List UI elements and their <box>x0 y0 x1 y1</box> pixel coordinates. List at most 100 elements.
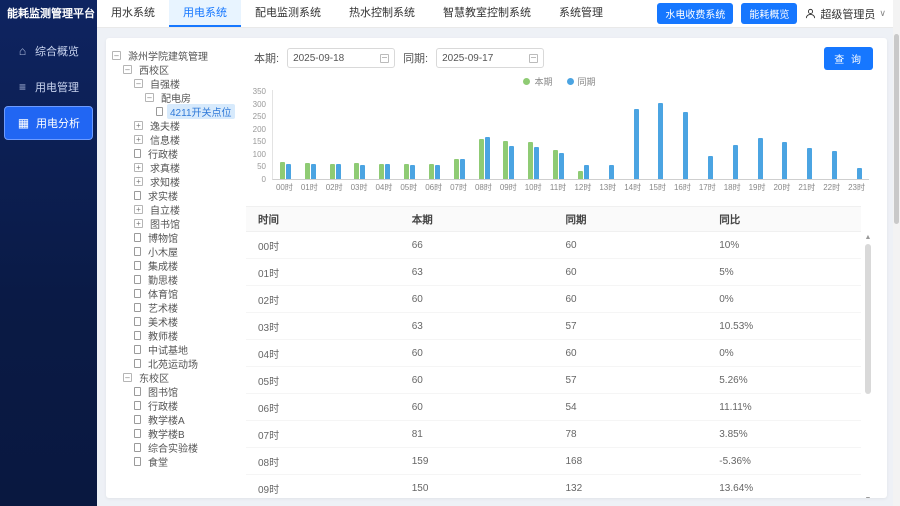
table-scrollbar[interactable]: ▲ ▼ <box>863 234 873 498</box>
bar-同期[interactable] <box>435 165 440 179</box>
tab-系统管理[interactable]: 系统管理 <box>545 0 617 27</box>
tree-node-信息楼[interactable]: +信息楼 <box>112 132 234 146</box>
bar-同期[interactable] <box>559 153 564 179</box>
bar-同期[interactable] <box>584 165 589 179</box>
tree-node-行政楼[interactable]: 行政楼 <box>112 398 234 412</box>
expand-icon[interactable]: + <box>134 121 143 130</box>
tree-node-集成楼[interactable]: 集成楼 <box>112 258 234 272</box>
tree-node-博物馆[interactable]: 博物馆 <box>112 230 234 244</box>
tab-用电系统[interactable]: 用电系统 <box>169 0 241 27</box>
bar-本期[interactable] <box>528 142 533 179</box>
bar-同期[interactable] <box>857 168 862 179</box>
collapse-icon[interactable]: – <box>145 93 154 102</box>
bar-同期[interactable] <box>832 151 837 179</box>
bar-同期[interactable] <box>336 164 341 179</box>
current-date-input[interactable] <box>293 53 376 64</box>
expand-icon[interactable]: + <box>134 163 143 172</box>
collapse-icon[interactable]: – <box>134 79 143 88</box>
bar-同期[interactable] <box>360 165 365 179</box>
bar-同期[interactable] <box>708 156 713 179</box>
current-date-picker[interactable] <box>287 48 395 68</box>
table-row[interactable]: 06时605411.11% <box>246 394 861 421</box>
tree-node-求真楼[interactable]: +求真楼 <box>112 160 234 174</box>
tree-node-教学楼B[interactable]: 教学楼B <box>112 426 234 440</box>
bar-本期[interactable] <box>503 141 508 179</box>
tree-node-图书馆[interactable]: +图书馆 <box>112 216 234 230</box>
bar-同期[interactable] <box>485 137 490 179</box>
bar-本期[interactable] <box>354 163 359 179</box>
bar-同期[interactable] <box>634 109 639 179</box>
bar-同期[interactable] <box>286 164 291 179</box>
bar-同期[interactable] <box>758 138 763 179</box>
page-scrollbar[interactable] <box>893 0 900 506</box>
expand-icon[interactable]: + <box>134 219 143 228</box>
tree-node-东校区[interactable]: –东校区 <box>112 370 234 384</box>
bar-同期[interactable] <box>385 164 390 179</box>
bar-同期[interactable] <box>658 103 663 179</box>
table-row[interactable]: 03时635710.53% <box>246 313 861 340</box>
tree-node-体育馆[interactable]: 体育馆 <box>112 286 234 300</box>
tree-node-自强楼[interactable]: –自强楼 <box>112 76 234 90</box>
bar-本期[interactable] <box>454 159 459 179</box>
bar-同期[interactable] <box>460 159 465 179</box>
tree-node-艺术楼[interactable]: 艺术楼 <box>112 300 234 314</box>
bar-本期[interactable] <box>404 164 409 179</box>
expand-icon[interactable]: + <box>134 177 143 186</box>
expand-icon[interactable]: + <box>134 135 143 144</box>
table-row[interactable]: 09时15013213.64% <box>246 475 861 498</box>
collapse-icon[interactable]: – <box>112 51 121 60</box>
bar-本期[interactable] <box>305 163 310 179</box>
bar-同期[interactable] <box>609 165 614 179</box>
user-menu[interactable]: 超级管理员 ∨ <box>805 6 886 22</box>
tree-node-求知楼[interactable]: +求知楼 <box>112 174 234 188</box>
tree-node-教学楼A[interactable]: 教学楼A <box>112 412 234 426</box>
tree-node-中试基地[interactable]: 中试基地 <box>112 342 234 356</box>
bar-本期[interactable] <box>553 150 558 179</box>
query-button[interactable]: 查 询 <box>824 47 873 70</box>
bar-同期[interactable] <box>509 146 514 179</box>
tree-node-综合实验楼[interactable]: 综合实验楼 <box>112 440 234 454</box>
bar-同期[interactable] <box>782 142 787 179</box>
bar-本期[interactable] <box>330 164 335 179</box>
tree-node-西校区[interactable]: –西校区 <box>112 62 234 76</box>
collapse-icon[interactable]: – <box>123 65 132 74</box>
tab-智慧教室控制系统[interactable]: 智慧教室控制系统 <box>429 0 545 27</box>
sidebar-item-用电管理[interactable]: ≡用电管理 <box>4 70 93 104</box>
water-electric-fee-button[interactable]: 水电收费系统 <box>657 3 733 24</box>
compare-date-picker[interactable] <box>436 48 544 68</box>
expand-icon[interactable]: + <box>134 205 143 214</box>
tab-用水系统[interactable]: 用水系统 <box>97 0 169 27</box>
bar-本期[interactable] <box>429 164 434 179</box>
bar-同期[interactable] <box>807 148 812 179</box>
table-row[interactable]: 00时666010% <box>246 232 861 259</box>
table-row[interactable]: 04时60600% <box>246 340 861 367</box>
tree-node-4211开关点位[interactable]: 4211开关点位 <box>112 104 234 118</box>
tab-配电监测系统[interactable]: 配电监测系统 <box>241 0 335 27</box>
table-row[interactable]: 02时60600% <box>246 286 861 313</box>
bar-本期[interactable] <box>578 171 583 179</box>
tree-node-图书馆[interactable]: 图书馆 <box>112 384 234 398</box>
tree-node-美术楼[interactable]: 美术楼 <box>112 314 234 328</box>
table-row[interactable]: 05时60575.26% <box>246 367 861 394</box>
bar-本期[interactable] <box>379 164 384 179</box>
table-row[interactable]: 01时63605% <box>246 259 861 286</box>
tree-node-北苑运动场[interactable]: 北苑运动场 <box>112 356 234 370</box>
sidebar-item-用电分析[interactable]: ▦用电分析 <box>4 106 93 140</box>
page-scrollbar-thumb[interactable] <box>894 34 899 224</box>
bar-本期[interactable] <box>479 139 484 179</box>
compare-date-input[interactable] <box>442 53 525 64</box>
tree-node-求实楼[interactable]: 求实楼 <box>112 188 234 202</box>
table-row[interactable]: 07时81783.85% <box>246 421 861 448</box>
bar-同期[interactable] <box>683 112 688 179</box>
tab-热水控制系统[interactable]: 热水控制系统 <box>335 0 429 27</box>
tree-node-配电房[interactable]: –配电房 <box>112 90 234 104</box>
tree-node-教师楼[interactable]: 教师楼 <box>112 328 234 342</box>
bar-同期[interactable] <box>534 147 539 179</box>
tree-node-逸夫楼[interactable]: +逸夫楼 <box>112 118 234 132</box>
tree-node-行政楼[interactable]: 行政楼 <box>112 146 234 160</box>
scroll-down-icon[interactable]: ▼ <box>865 496 872 498</box>
bar-同期[interactable] <box>733 145 738 179</box>
tree-node-滁州学院建筑管理[interactable]: –滁州学院建筑管理 <box>112 48 234 62</box>
tree-node-食堂[interactable]: 食堂 <box>112 454 234 468</box>
table-row[interactable]: 08时159168-5.36% <box>246 448 861 475</box>
